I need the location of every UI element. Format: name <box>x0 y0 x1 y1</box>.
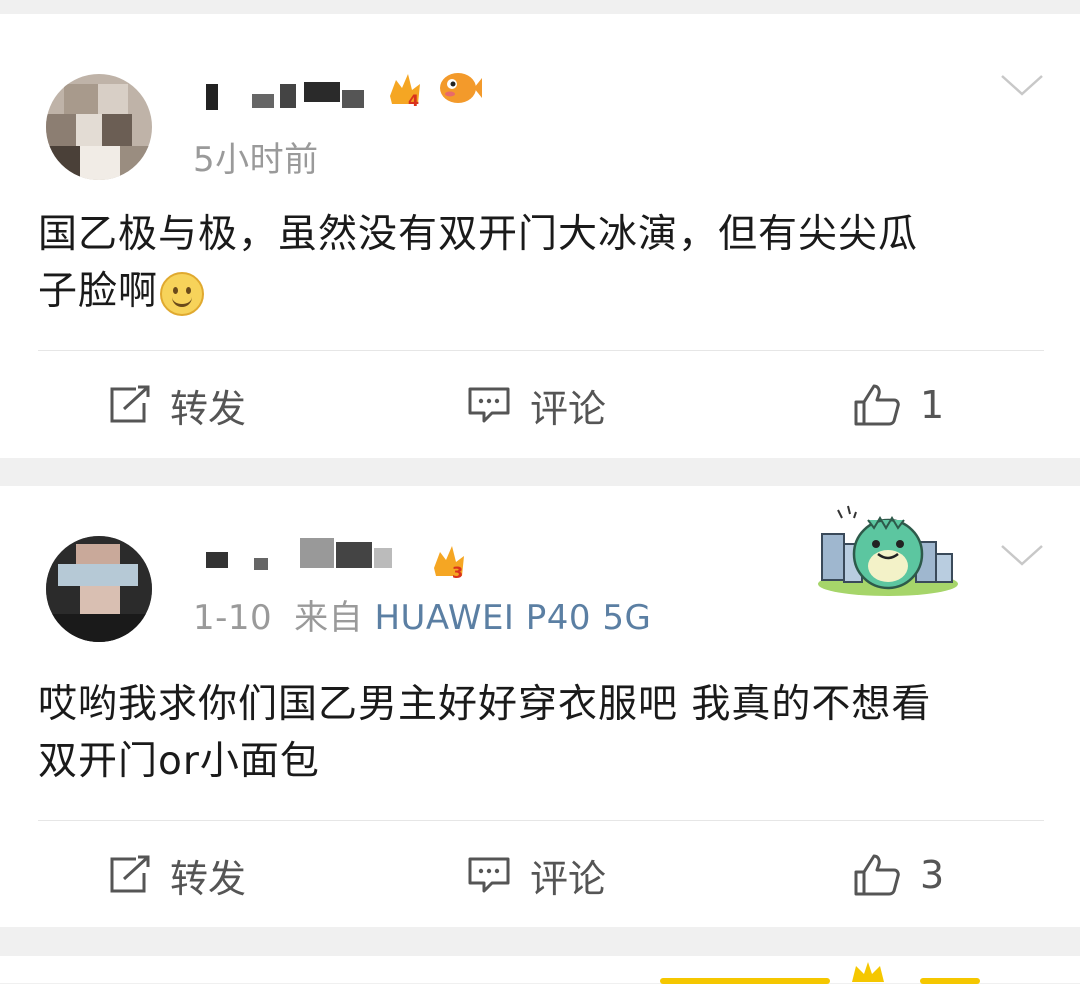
device-link[interactable]: HUAWEI P40 5G <box>374 598 651 638</box>
timestamp: 1-10 <box>193 598 273 638</box>
divider <box>38 350 1044 351</box>
crown-icon <box>852 962 884 982</box>
comment-label: 评论 <box>530 856 607 901</box>
timestamp: 5小时前 <box>193 140 319 180</box>
fish-badge-icon[interactable] <box>436 68 482 106</box>
post-card: 3 1-10 来自 HUAWEI P40 5G 哎哟我求你们国乙男主好好穿衣服吧 … <box>0 486 1080 927</box>
avatar[interactable] <box>46 74 152 180</box>
fan-badge-icon[interactable]: 3 <box>430 538 468 582</box>
thumbs-up-icon <box>854 854 900 896</box>
svg-text:4: 4 <box>408 91 419 110</box>
chevron-down-icon[interactable] <box>1001 72 1044 102</box>
thumbs-up-icon <box>854 384 900 426</box>
green-dinosaur-sticker <box>808 498 968 598</box>
decoration-bar <box>920 978 980 984</box>
repost-icon <box>110 855 150 893</box>
post-text: 哎哟我求你们国乙男主好好穿衣服吧 我真的不想看 双开门or小面包 <box>38 676 1048 790</box>
repost-label: 转发 <box>170 856 247 901</box>
decoration-bar <box>660 978 830 984</box>
post-card <box>0 956 1080 984</box>
post-text-line: 双开门or小面包 <box>38 739 320 784</box>
action-bar: 转发 评论 3 <box>0 840 1080 910</box>
chevron-down-icon[interactable] <box>1001 542 1044 572</box>
comment-button[interactable]: 评论 <box>466 840 606 910</box>
repost-icon <box>110 385 150 423</box>
comment-label: 评论 <box>530 386 607 431</box>
smile-emoji-icon <box>160 271 205 316</box>
avatar[interactable] <box>46 536 152 642</box>
comment-button[interactable]: 评论 <box>466 370 606 440</box>
post-meta: 1-10 来自 HUAWEI P40 5G <box>193 590 651 639</box>
post-text-line: 国乙极与极，虽然没有双开门大冰演，但有尖尖瓜 <box>38 212 919 257</box>
post-text-line: 子脸啊 <box>38 269 159 314</box>
post-text: 国乙极与极，虽然没有双开门大冰演，但有尖尖瓜 子脸啊 <box>38 206 1048 320</box>
username-redacted[interactable] <box>196 538 392 574</box>
repost-label: 转发 <box>170 386 247 431</box>
action-bar: 转发 评论 1 <box>0 370 1080 440</box>
post-card: 4 5小时前 国乙极与极，虽然没有双开门大冰演，但有尖尖瓜 子脸啊 转发 评论 … <box>0 14 1080 458</box>
source-prefix: 来自 <box>294 598 364 638</box>
like-button[interactable]: 1 <box>852 370 944 440</box>
repost-button[interactable]: 转发 <box>106 840 246 910</box>
divider <box>38 820 1044 821</box>
like-count: 3 <box>920 853 945 897</box>
fan-badge-icon[interactable]: 4 <box>386 66 424 110</box>
svg-text:3: 3 <box>452 563 463 582</box>
comment-icon <box>468 857 510 893</box>
like-button[interactable]: 3 <box>852 840 944 910</box>
comment-icon <box>468 387 510 423</box>
like-count: 1 <box>920 383 945 427</box>
post-text-line: 哎哟我求你们国乙男主好好穿衣服吧 我真的不想看 <box>38 682 932 727</box>
repost-button[interactable]: 转发 <box>106 370 246 440</box>
post-time: 5小时前 <box>193 132 319 181</box>
username-redacted[interactable] <box>196 76 376 112</box>
